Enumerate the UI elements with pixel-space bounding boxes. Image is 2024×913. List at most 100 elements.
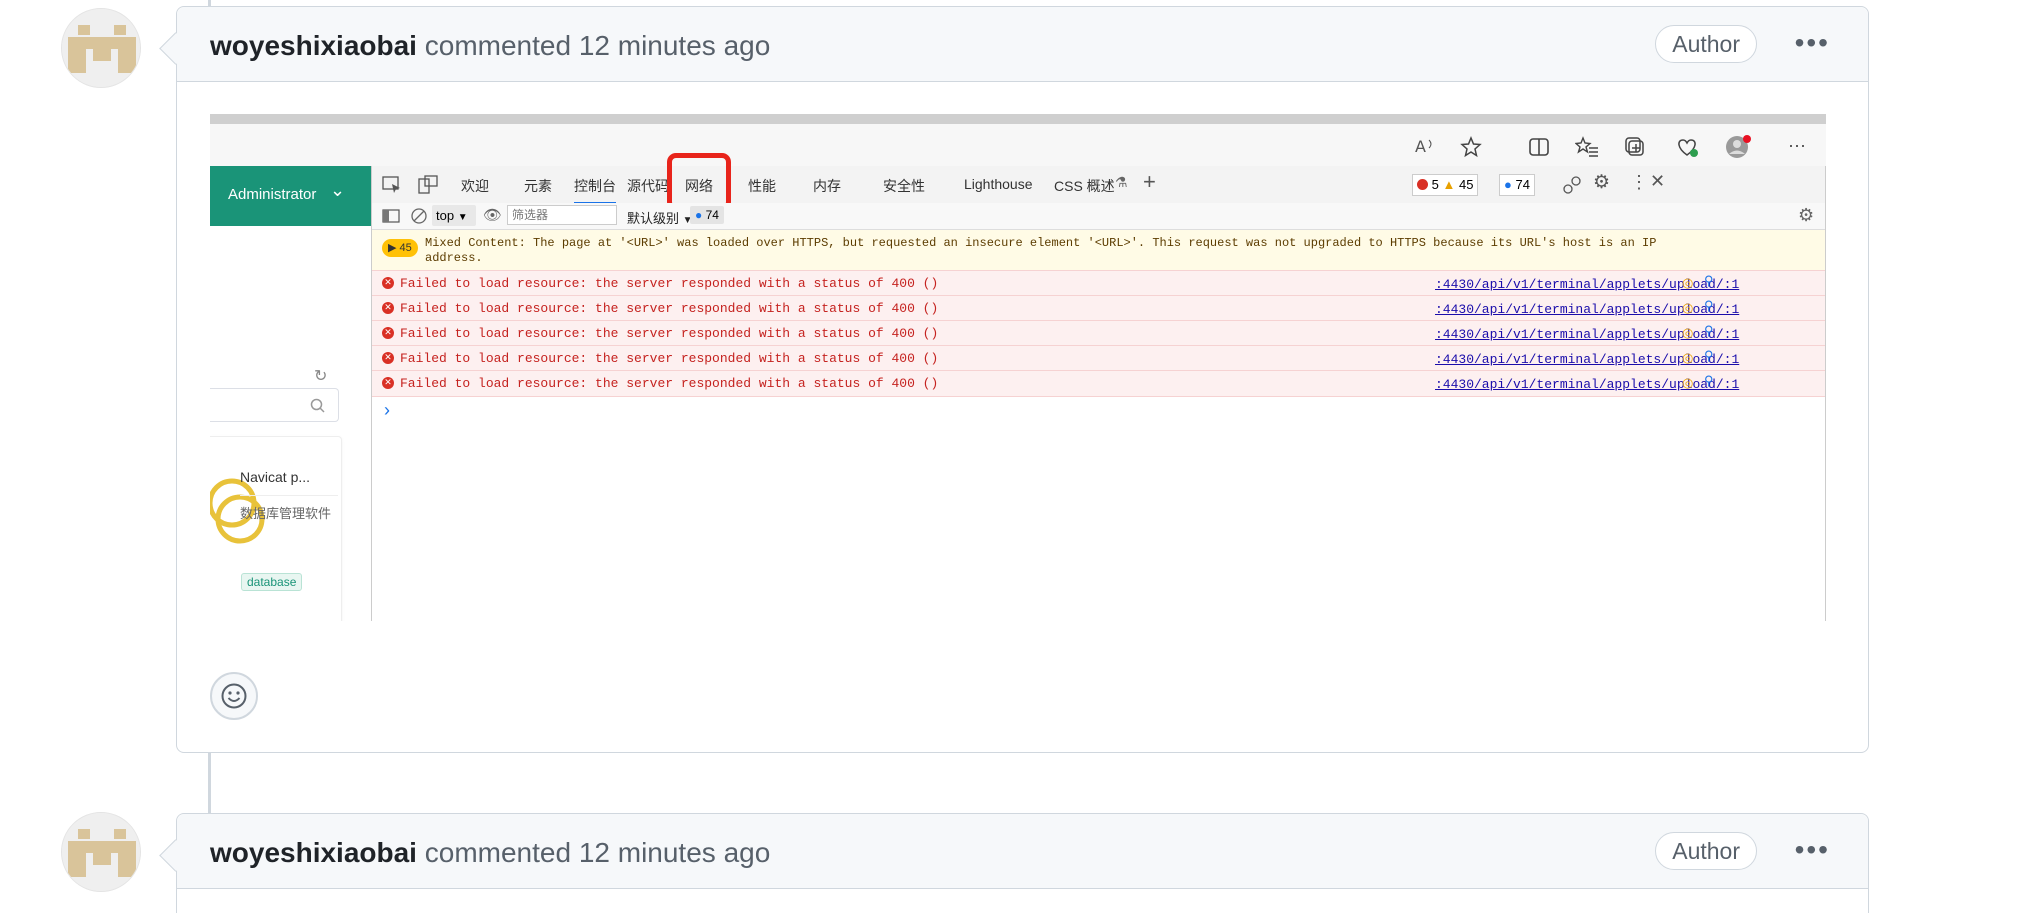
device-toolbar-icon[interactable] [418,175,438,195]
close-devtools-icon[interactable]: ✕ [1650,171,1665,192]
warning-count: 45 [1458,177,1474,192]
user-menu[interactable]: Administrator ⌄ [210,166,371,226]
devtools-more-icon[interactable]: ⋮ [1630,172,1648,193]
sidebar-toggle-icon[interactable] [382,209,400,223]
error-source-link[interactable]: :4430/api/v1/terminal/applets/upload/:1 [1435,327,1739,342]
message-icon: ● [695,208,703,222]
console-error-row[interactable]: ✕ Failed to load resource: the server re… [372,320,1826,346]
tab-css-overview[interactable]: CSS 概述 [1054,176,1115,196]
issues-badge[interactable]: ● 74 [690,206,724,224]
svg-text:A: A [1415,137,1426,156]
comment-action[interactable]: commented 12 minutes ago [425,837,771,868]
context-select[interactable]: top ▼ [432,205,476,226]
search-input[interactable] [210,388,339,422]
error-icon: ✕ [382,302,394,314]
flask-icon: ⚗ [1115,174,1128,190]
inspect-element-icon[interactable] [382,176,402,194]
split-screen-icon[interactable] [1528,136,1550,158]
context-value: top [436,208,455,223]
tab-security[interactable]: 安全性 [883,176,925,196]
comment-action[interactable]: commented 12 minutes ago [425,30,771,61]
card-divider [240,495,338,496]
error-source-link[interactable]: :4430/api/v1/terminal/applets/upload/:1 [1435,377,1739,392]
comment-meta: woyeshixiaobai commented 12 minutes ago [210,837,770,869]
search-icon[interactable]: ⚲ [1704,323,1714,339]
tab-welcome[interactable]: 欢迎 [461,176,489,196]
network-request-icon[interactable]: ◎ [1682,375,1693,391]
comment-header: woyeshixiaobai commented 12 minutes ago … [159,814,1868,889]
comment-author[interactable]: woyeshixiaobai [210,837,417,868]
collections-icon[interactable] [1624,136,1648,158]
error-source-link[interactable]: :4430/api/v1/terminal/applets/upload/:1 [1435,277,1739,292]
clear-console-icon[interactable] [410,207,428,225]
error-count-icon [1417,179,1428,190]
info-counts[interactable]: ● 74 [1499,174,1535,196]
avatar[interactable] [61,812,141,892]
log-level-select[interactable]: 默认级别 ▼ [627,208,693,227]
more-options-icon[interactable]: ••• [1795,29,1830,57]
favorites-icon[interactable] [1575,136,1599,158]
network-request-icon[interactable]: ◎ [1682,325,1693,341]
error-message: Failed to load resource: the server resp… [400,276,939,291]
profile-icon[interactable] [1724,134,1752,160]
tab-lighthouse[interactable]: Lighthouse [964,176,1033,192]
console-prompt-icon[interactable]: › [384,400,390,421]
console-settings-icon[interactable]: ⚙ [1798,205,1814,226]
add-reaction-button[interactable] [210,672,258,720]
error-source-link[interactable]: :4430/api/v1/terminal/applets/upload/:1 [1435,352,1739,367]
network-request-icon[interactable]: ◎ [1682,275,1693,291]
live-expression-icon[interactable]: 👁 [483,206,502,224]
network-request-icon[interactable]: ◎ [1682,350,1693,366]
tab-console[interactable]: 控制台 [574,176,616,204]
console-error-row[interactable]: ✕ Failed to load resource: the server re… [372,270,1826,296]
search-icon[interactable]: ⚲ [1704,373,1714,389]
warning-message-line1: Mixed Content: The page at '<URL>' was l… [425,236,1657,250]
comment-arrow [159,32,192,65]
filter-input[interactable] [507,205,617,225]
embedded-screenshot[interactable]: A ··· Administrator ⌄ ↻ Navicat p... 数据库… [210,114,1826,621]
console-error-row[interactable]: ✕ Failed to load resource: the server re… [372,295,1826,321]
tab-performance[interactable]: 性能 [748,176,776,196]
user-menu-label: Administrator [228,186,317,203]
browser-menu-icon[interactable]: ··· [1788,135,1806,156]
error-source-link[interactable]: :4430/api/v1/terminal/applets/upload/:1 [1435,302,1739,317]
comment-header: woyeshixiaobai commented 12 minutes ago … [159,7,1868,82]
comment-author[interactable]: woyeshixiaobai [210,30,417,61]
author-badge: Author [1655,832,1757,870]
settings-gear-icon[interactable]: ⚙ [1593,171,1610,194]
browser-essentials-icon[interactable] [1675,136,1699,158]
warning-count-icon: ▲ [1442,177,1456,192]
add-tab-icon[interactable]: + [1143,169,1156,195]
warning-message-line2: address. [425,251,483,265]
error-message: Failed to load resource: the server resp… [400,326,939,341]
network-request-icon[interactable]: ◎ [1682,300,1693,316]
tab-memory[interactable]: 内存 [813,176,841,196]
refresh-icon[interactable]: ↻ [314,366,327,386]
error-message: Failed to load resource: the server resp… [400,351,939,366]
console-error-row[interactable]: ✕ Failed to load resource: the server re… [372,370,1826,397]
avatar[interactable] [61,8,141,88]
read-aloud-icon[interactable]: A [1415,136,1439,156]
tab-sources[interactable]: 源代码 [627,176,669,196]
search-icon[interactable]: ⚲ [1704,298,1714,314]
console-warning-row[interactable]: ▶ 45 Mixed Content: The page at '<URL>' … [372,230,1826,271]
more-options-icon[interactable]: ••• [1795,836,1830,864]
identicon-icon [62,9,140,87]
app-card[interactable]: Navicat p... 数据库管理软件 database [210,436,342,621]
search-icon[interactable]: ⚲ [1704,273,1714,289]
issue-counts[interactable]: 5 ▲ 45 [1412,174,1479,196]
issues-count: 74 [705,208,719,222]
search-icon[interactable]: ⚲ [1704,348,1714,364]
identicon-icon [62,813,140,891]
dropdown-arrow-icon: ▼ [457,212,468,223]
devtools-tabbar: 欢迎 元素 控制台 源代码 网络 性能 内存 安全性 Lighthouse CS… [372,153,1826,211]
info-count: 74 [1515,177,1530,192]
chevron-down-icon: ⌄ [330,180,346,200]
console-error-row[interactable]: ✕ Failed to load resource: the server re… [372,345,1826,371]
tab-elements[interactable]: 元素 [524,176,552,196]
smiley-icon [221,683,247,709]
connection-icon[interactable] [1562,175,1582,195]
devtools-right-border [1825,166,1826,621]
timeline-line [208,755,211,815]
favorite-star-icon[interactable] [1460,136,1482,158]
